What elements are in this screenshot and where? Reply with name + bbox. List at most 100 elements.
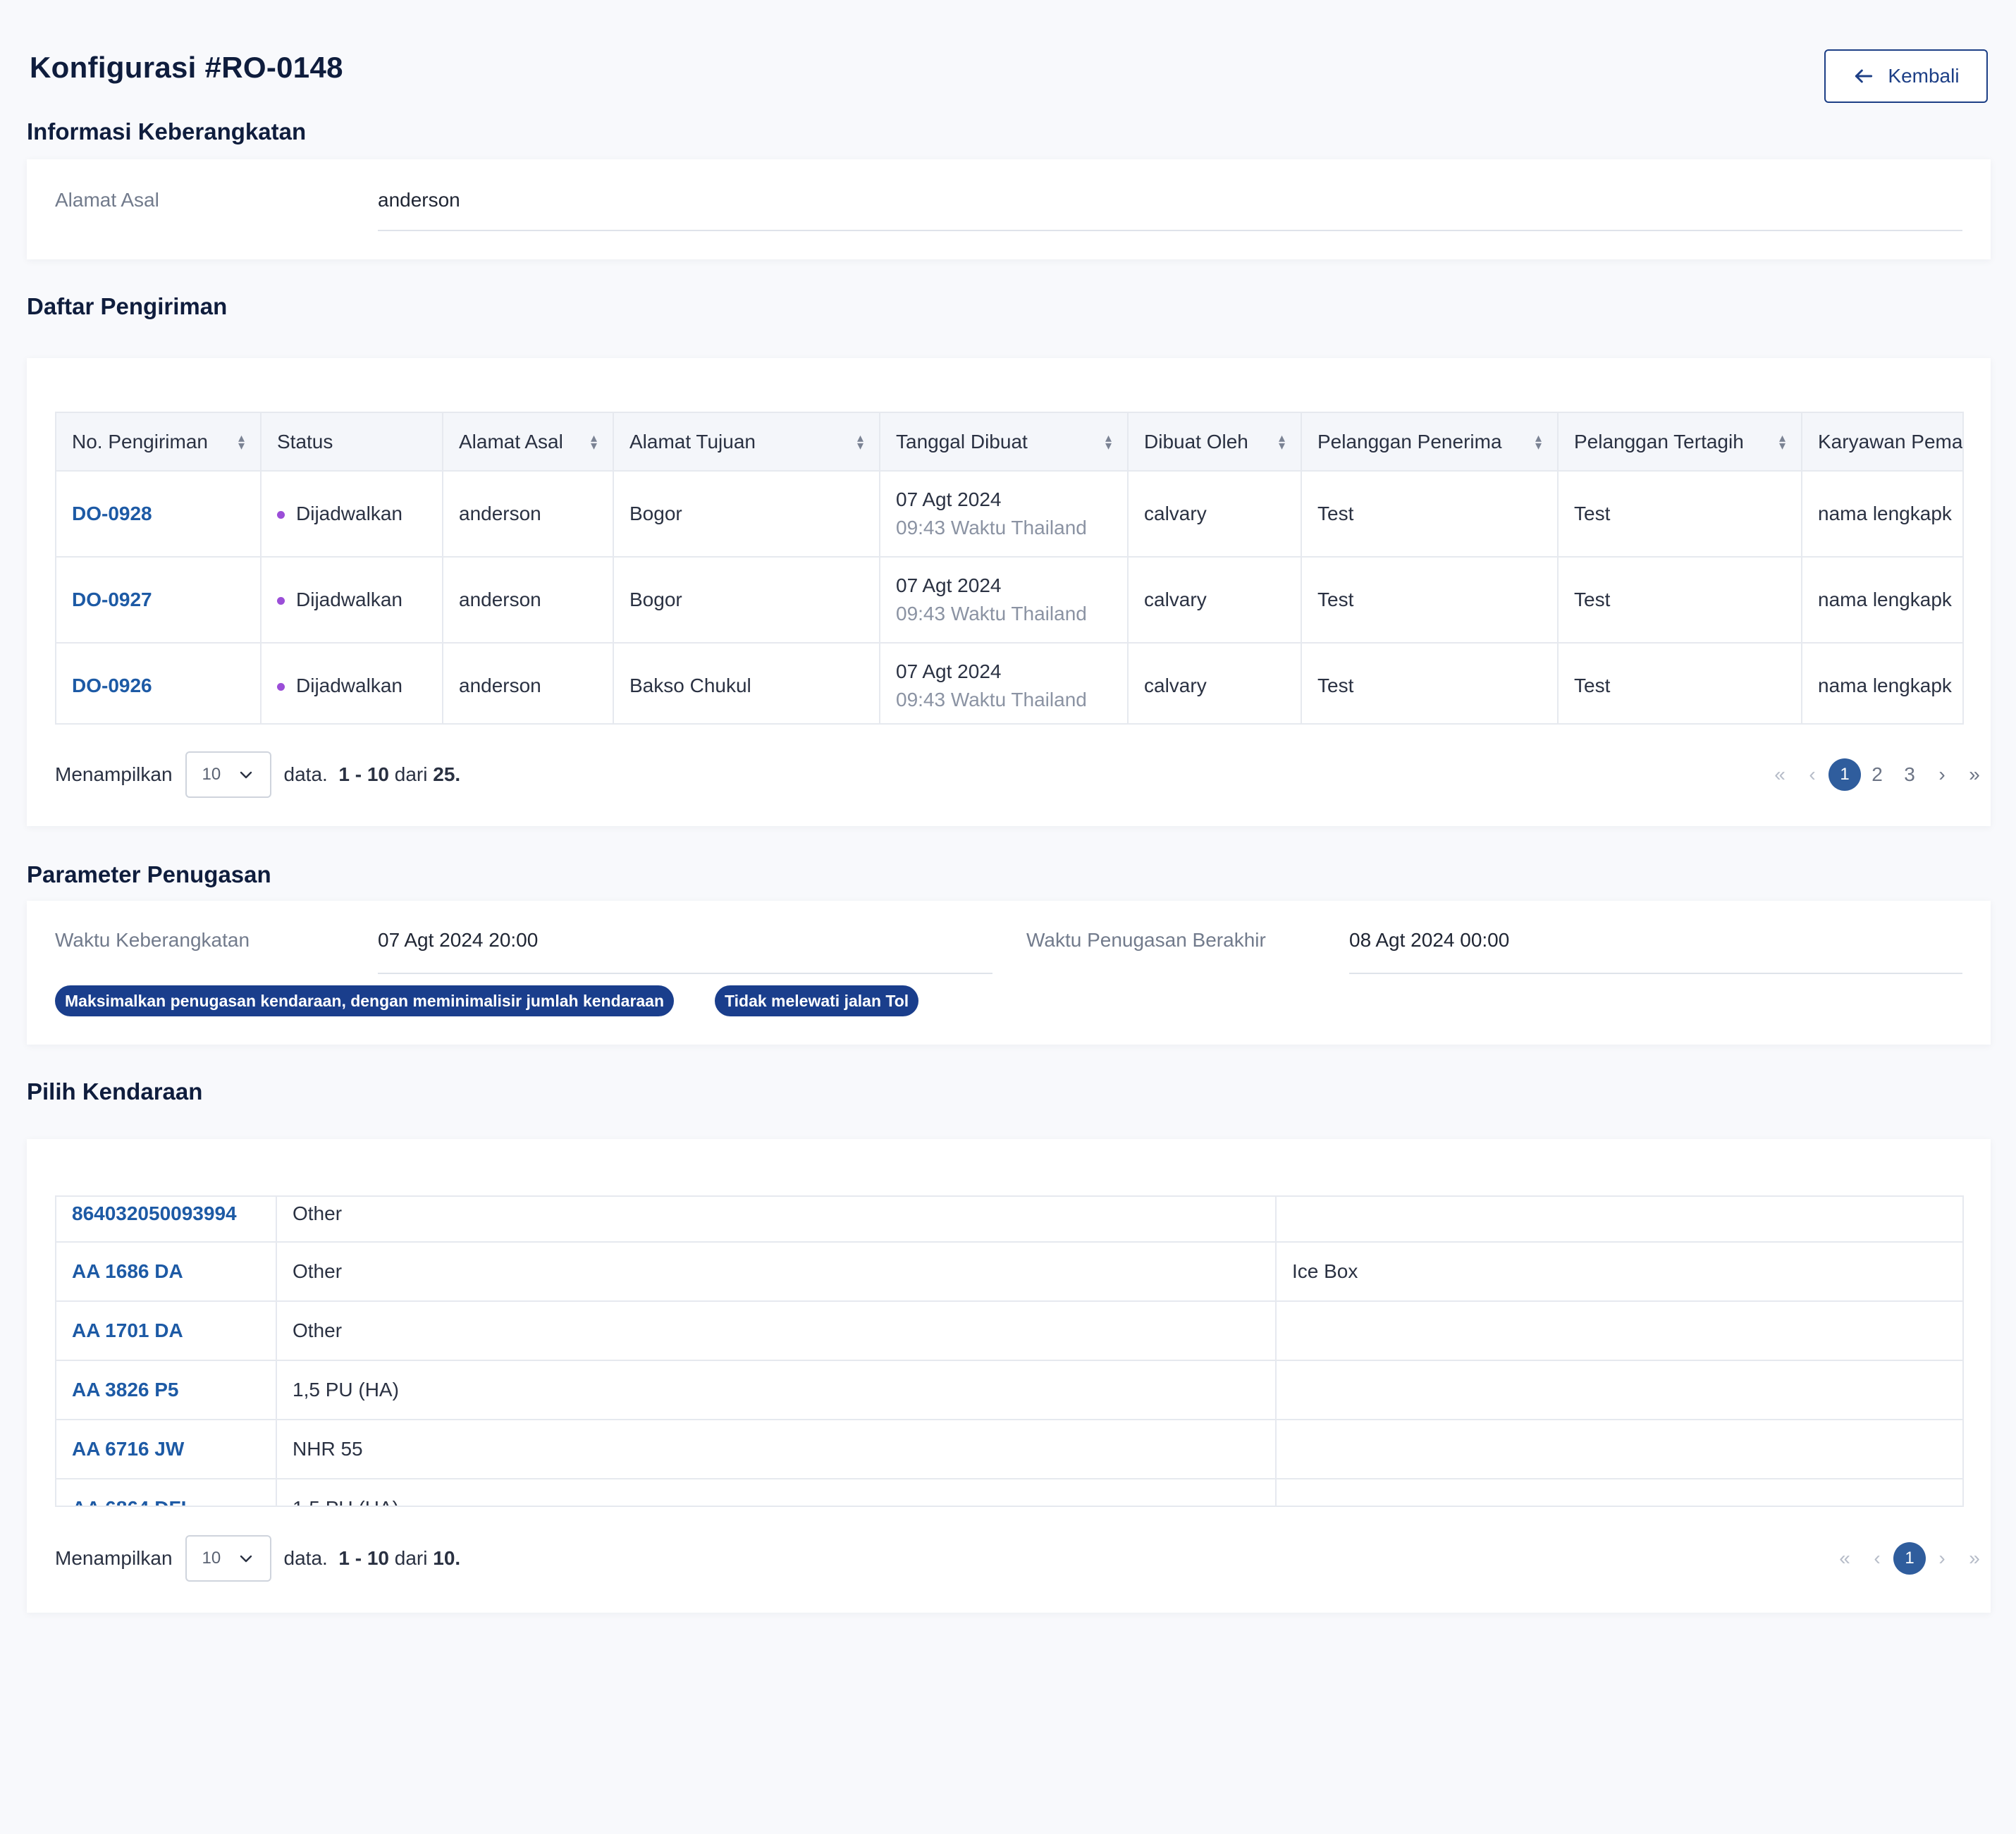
- column-header-billed[interactable]: Pelanggan Tertagih ▴ ▾: [1558, 413, 1802, 472]
- table-row[interactable]: AA 3826 P5 1,5 PU (HA): [56, 1360, 1962, 1420]
- vehicle-link[interactable]: AA 1686 DA: [72, 1260, 183, 1282]
- column-header-created-by[interactable]: Dibuat Oleh ▴ ▾: [1128, 413, 1302, 472]
- of-label: dari: [394, 763, 428, 785]
- departure-card: Alamat Asal anderson: [27, 159, 1991, 259]
- prev-page-button[interactable]: ‹: [1796, 763, 1828, 786]
- cell-receiver: Test: [1301, 557, 1559, 644]
- cell-time: 09:43 Waktu Thailand: [896, 517, 1087, 538]
- deliveries-card: No. Pengiriman ▴ ▾ Status Alamat Asal ▴ ▾ Al…: [27, 358, 1991, 826]
- arrow-left-icon: [1855, 69, 1873, 83]
- delivery-link[interactable]: DO-0928: [72, 503, 152, 524]
- delivery-link[interactable]: DO-0927: [72, 589, 152, 610]
- cell-billed: Test: [1558, 471, 1802, 558]
- data-label: data.: [283, 763, 328, 785]
- origin-label: Alamat Asal: [55, 189, 159, 211]
- sort-icon[interactable]: ▴ ▾: [1279, 431, 1285, 451]
- column-header-receiver[interactable]: Pelanggan Penerima ▴ ▾: [1301, 413, 1559, 472]
- table-row[interactable]: AA 6716 JW NHR 55: [56, 1420, 1962, 1479]
- next-page-button[interactable]: ›: [1926, 763, 1958, 786]
- sort-icon[interactable]: ▴ ▾: [238, 431, 245, 451]
- vehicle-link[interactable]: AA 1701 DA: [72, 1319, 183, 1341]
- delivery-link[interactable]: DO-0926: [72, 675, 152, 696]
- cell-time: 09:43 Waktu Thailand: [896, 603, 1087, 624]
- prev-page-button[interactable]: ‹: [1861, 1547, 1893, 1570]
- cell-billed: Test: [1558, 557, 1802, 644]
- sort-icon[interactable]: ▴ ▾: [1779, 431, 1785, 451]
- page-3-button[interactable]: 3: [1893, 763, 1926, 786]
- chevron-down-icon: [240, 771, 252, 779]
- vehicle-link[interactable]: AA 3826 P5: [72, 1379, 179, 1401]
- column-header-created-date[interactable]: Tanggal Dibuat ▴ ▾: [880, 413, 1129, 472]
- page-1-button[interactable]: 1: [1828, 758, 1861, 791]
- status-dot: [277, 511, 285, 519]
- sort-icon[interactable]: ▴ ▾: [591, 431, 597, 451]
- avoid-toll-chip[interactable]: Tidak melewati jalan Tol: [715, 985, 919, 1016]
- total-value: 25.: [433, 763, 461, 785]
- sort-icon[interactable]: ▴ ▾: [1105, 431, 1112, 451]
- cell-date: 07 Agt 2024: [896, 660, 1002, 682]
- column-header-employee: Karyawan Pema: [1802, 413, 1962, 472]
- status-badge: Dijadwalkan: [296, 503, 402, 524]
- cell-time: 09:43 Waktu Thailand: [896, 689, 1087, 710]
- vehicles-pagination: « ‹ 1 › »: [1828, 1542, 1991, 1575]
- origin-field[interactable]: anderson: [378, 189, 460, 211]
- table-row[interactable]: AA 1701 DA Other: [56, 1301, 1962, 1361]
- table-row[interactable]: 864032050093994 Other: [56, 1197, 1962, 1243]
- first-page-button[interactable]: «: [1828, 1547, 1861, 1570]
- first-page-button[interactable]: «: [1764, 763, 1796, 786]
- last-page-button[interactable]: »: [1958, 1547, 1991, 1570]
- cell-destination: Bakso Chukul: [613, 643, 880, 723]
- vehicle-link[interactable]: AA 6864 DFI: [72, 1497, 186, 1506]
- next-page-button[interactable]: ›: [1926, 1547, 1958, 1570]
- page-size-value: 10: [202, 1549, 221, 1568]
- page-size-select[interactable]: 10: [185, 1535, 271, 1582]
- table-row: DO-0928 Dijadwalkan anderson Bogor 07 Ag…: [56, 471, 1962, 558]
- cell-vehicle-extra: [1276, 1420, 1962, 1479]
- column-header-origin[interactable]: Alamat Asal ▴ ▾: [443, 413, 614, 472]
- back-button[interactable]: Kembali: [1824, 49, 1988, 103]
- status-dot: [277, 597, 285, 605]
- departure-time-field[interactable]: 07 Agt 2024 20:00: [378, 929, 538, 952]
- end-time-field[interactable]: 08 Agt 2024 00:00: [1349, 929, 1509, 952]
- cell-vehicle-extra: [1276, 1197, 1962, 1243]
- column-header-no[interactable]: No. Pengiriman ▴ ▾: [56, 413, 262, 472]
- page-size-select[interactable]: 10: [185, 751, 271, 798]
- page-2-button[interactable]: 2: [1861, 763, 1893, 786]
- table-row[interactable]: AA 6864 DFI 1,5 PU (HA): [56, 1479, 1962, 1506]
- sort-icon[interactable]: ▴ ▾: [857, 431, 863, 451]
- showing-label: Menampilkan: [55, 1547, 173, 1569]
- end-time-underline: [1349, 973, 1962, 974]
- section-title-vehicles: Pilih Kendaraan: [27, 1078, 203, 1104]
- section-title-assignment: Parameter Penugasan: [27, 861, 271, 887]
- chevron-down-icon: [240, 1555, 252, 1563]
- cell-vehicle-type: 1,5 PU (HA): [276, 1360, 1277, 1420]
- cell-employee: nama lengkapk: [1802, 557, 1962, 644]
- page-title: Konfigurasi #RO-0148: [30, 51, 343, 84]
- page-1-button[interactable]: 1: [1893, 1542, 1926, 1575]
- cell-billed: Test: [1558, 643, 1802, 723]
- vehicle-link[interactable]: AA 6716 JW: [72, 1438, 184, 1460]
- cell-vehicle-type: NHR 55: [276, 1420, 1277, 1479]
- deliveries-table: No. Pengiriman ▴ ▾ Status Alamat Asal ▴ ▾ Al…: [55, 412, 1964, 725]
- page-size-value: 10: [202, 765, 221, 784]
- cell-created-by: calvary: [1128, 471, 1302, 558]
- vehicles-table: 864032050093994 Other AA 1686 DA Other I…: [55, 1195, 1964, 1507]
- cell-created-by: calvary: [1128, 557, 1302, 644]
- range-value: 1 - 10: [338, 763, 389, 785]
- cell-vehicle-type: 1,5 PU (HA): [276, 1479, 1277, 1506]
- status-dot: [277, 683, 285, 691]
- cell-origin: anderson: [443, 471, 614, 558]
- last-page-button[interactable]: »: [1958, 763, 1991, 786]
- cell-vehicle-extra: Ice Box: [1276, 1242, 1962, 1302]
- sort-icon[interactable]: ▴ ▾: [1535, 431, 1542, 451]
- range-value: 1 - 10: [338, 1547, 389, 1569]
- cell-vehicle-extra: [1276, 1479, 1962, 1506]
- maximize-vehicle-chip[interactable]: Maksimalkan penugasan kendaraan, dengan …: [55, 985, 675, 1016]
- vehicles-card: 864032050093994 Other AA 1686 DA Other I…: [27, 1139, 1991, 1613]
- assignment-card: Waktu Keberangkatan 07 Agt 2024 20:00 Wa…: [27, 901, 1991, 1045]
- vehicle-link[interactable]: 864032050093994: [72, 1202, 237, 1224]
- column-header-destination[interactable]: Alamat Tujuan ▴ ▾: [613, 413, 880, 472]
- table-row[interactable]: AA 1686 DA Other Ice Box: [56, 1242, 1962, 1302]
- cell-employee: nama lengkapk: [1802, 643, 1962, 723]
- table-header-row: No. Pengiriman ▴ ▾ Status Alamat Asal ▴ ▾ Al…: [56, 413, 1962, 472]
